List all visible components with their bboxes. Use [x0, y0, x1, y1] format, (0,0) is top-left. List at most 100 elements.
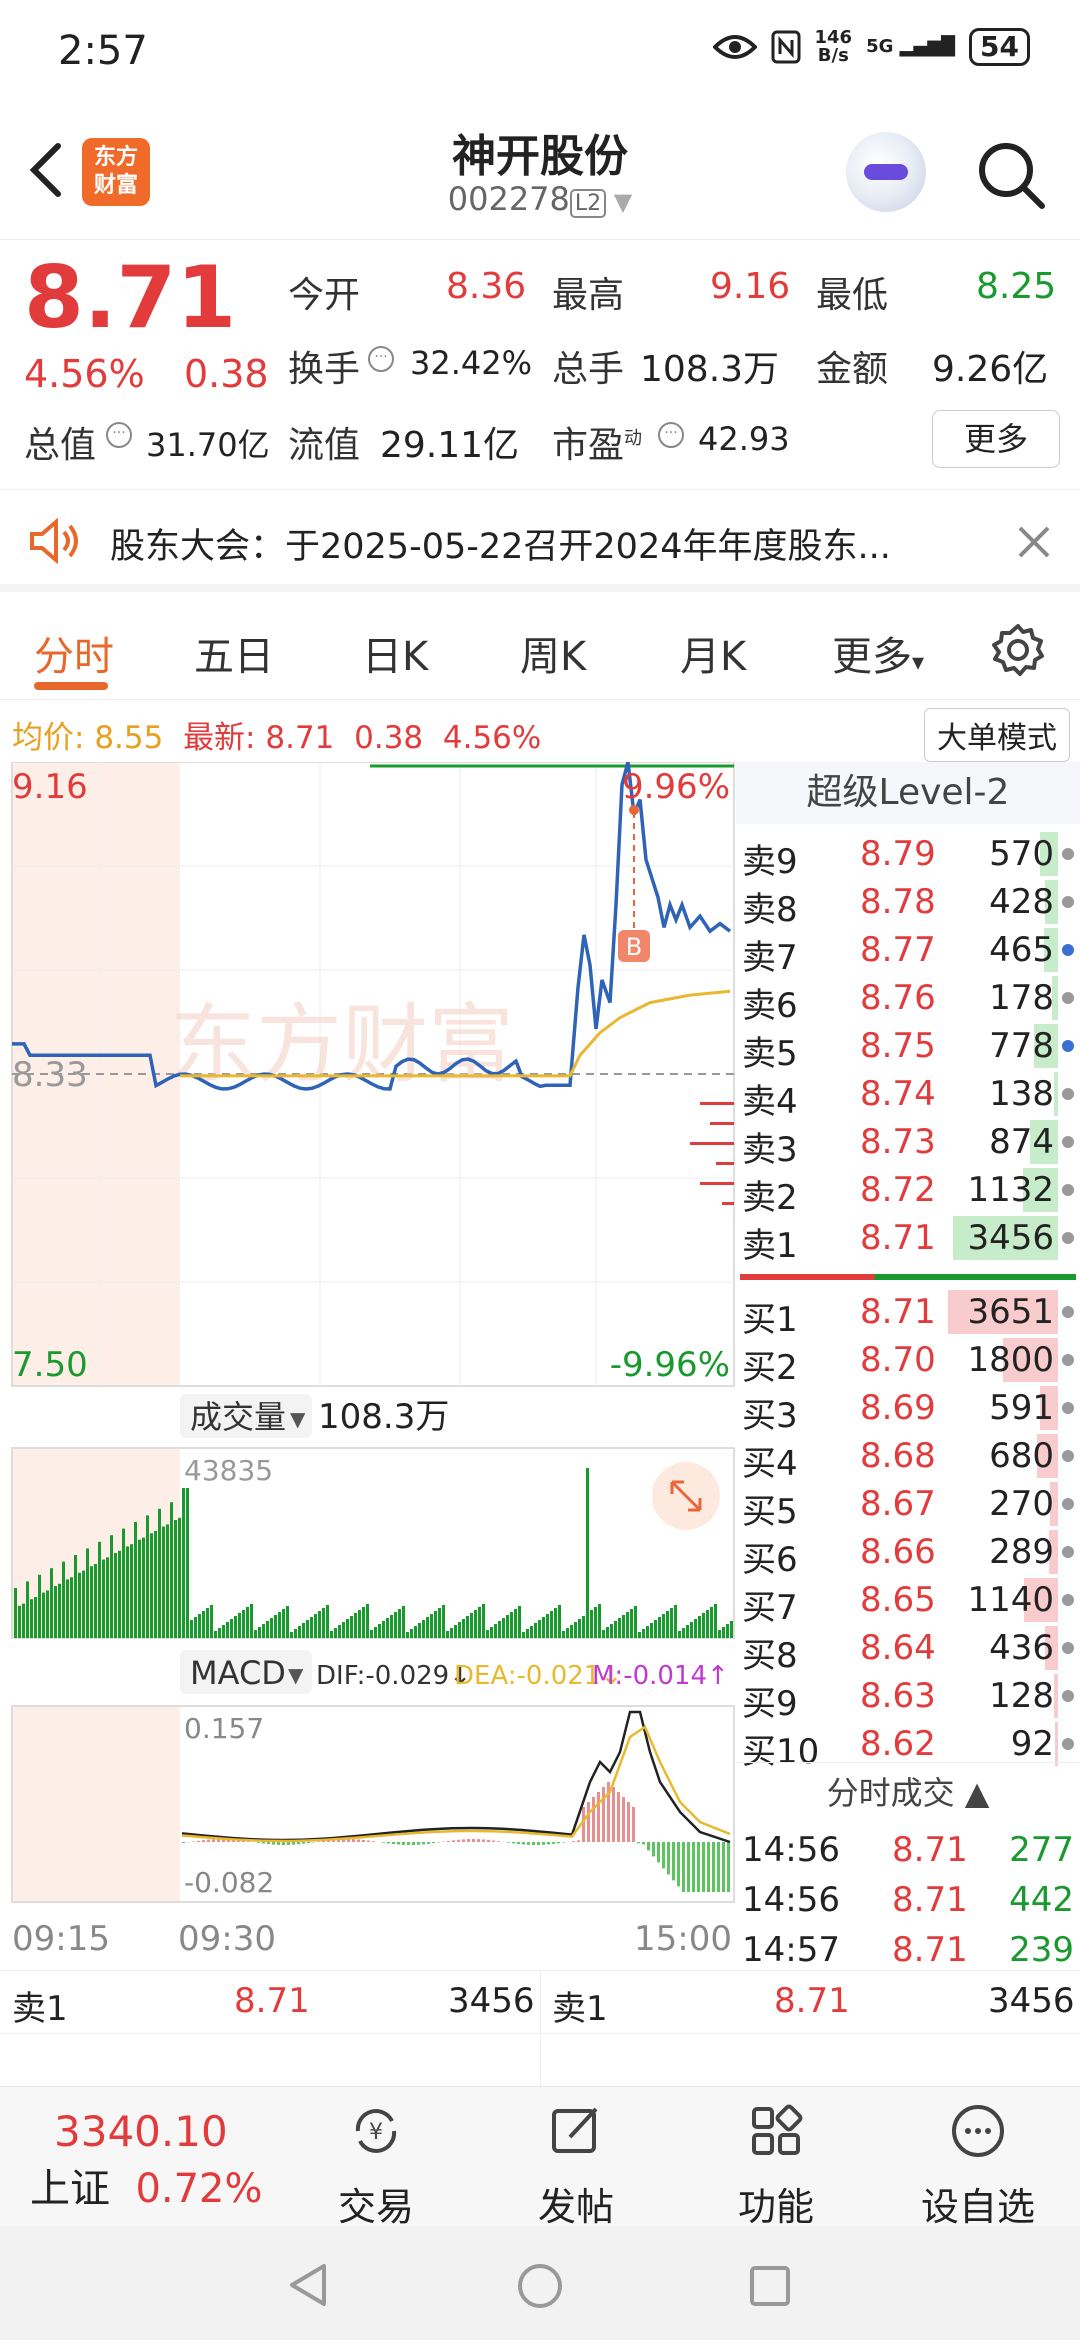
- macd-bar: [647, 1842, 650, 1851]
- order-price: 8.68: [860, 1436, 936, 1476]
- order-volume-bar: [1054, 1674, 1058, 1718]
- tab-more[interactable]: 更多▾: [832, 624, 924, 682]
- macd-bar: [562, 1842, 565, 1843]
- ask-row[interactable]: 卖3 8.73 874: [736, 1118, 1080, 1170]
- quote-panel: 8.71 4.56% 0.38 今开 8.36 最高 9.16 最低 8.25 …: [0, 240, 1080, 490]
- volume-bar: [42, 1592, 45, 1638]
- volume-bar: [354, 1613, 357, 1638]
- bid-row[interactable]: 买5 8.67 270: [736, 1480, 1080, 1532]
- bid-row[interactable]: 买7 8.65 1140: [736, 1576, 1080, 1628]
- volume-bar: [54, 1586, 57, 1638]
- order-label: 卖5: [742, 1034, 798, 1074]
- volume-bar: [90, 1566, 93, 1638]
- volume-bar: [130, 1544, 133, 1638]
- app-logo[interactable]: 东方 财富: [82, 138, 150, 206]
- pct-axis-top-label: 9.96%: [622, 767, 730, 807]
- volume-bar: [450, 1628, 453, 1638]
- volume-bar: [346, 1619, 349, 1638]
- close-icon[interactable]: [1016, 524, 1052, 560]
- ask-row[interactable]: 卖5 8.75 778: [736, 1022, 1080, 1074]
- bid-row[interactable]: 买3 8.69 591: [736, 1384, 1080, 1436]
- order-dot-icon: [1062, 1450, 1074, 1462]
- ask-row[interactable]: 卖4 8.74 138: [736, 1070, 1080, 1122]
- m-label: M:-0.014↑: [592, 1661, 729, 1691]
- avg-latest-readout: 均价: 8.55 最新: 8.71 0.38 4.56%: [12, 720, 542, 756]
- nav-trade[interactable]: ¥ 交易: [296, 2103, 456, 2231]
- volume-bar: [26, 1581, 29, 1638]
- ask-row[interactable]: 卖1 8.71 3456: [736, 1214, 1080, 1266]
- status-bar: 2:57 146 B/s 5G ▂▄▆█ 54: [0, 0, 1080, 110]
- turnover-info-icon[interactable]: ···: [368, 346, 394, 372]
- mcap-info-icon[interactable]: ···: [106, 422, 132, 448]
- recents-square-icon[interactable]: [748, 2264, 792, 2308]
- assistant-robot-icon[interactable]: [846, 132, 926, 212]
- ask-row[interactable]: 卖2 8.72 1132: [736, 1166, 1080, 1218]
- bid-row[interactable]: 买4 8.68 680: [736, 1432, 1080, 1484]
- volume-bar: [174, 1520, 177, 1638]
- trade-price: 8.71: [892, 1830, 968, 1870]
- macd-bar: [582, 1807, 585, 1842]
- macd-bottom-label: -0.082: [184, 1866, 274, 1899]
- level2-title[interactable]: 超级Level-2: [736, 762, 1080, 824]
- home-circle-icon[interactable]: [516, 2262, 564, 2310]
- macd-bar: [692, 1842, 695, 1892]
- macd-bar: [387, 1842, 390, 1844]
- bid-row[interactable]: 买10 8.62 92: [736, 1720, 1080, 1772]
- search-icon[interactable]: [976, 140, 1046, 210]
- order-price: 8.75: [860, 1026, 936, 1066]
- ask-row[interactable]: 卖8 8.78 428: [736, 878, 1080, 930]
- macd-bar: [467, 1839, 470, 1842]
- index-ticker[interactable]: 3340.10 上证 0.72%: [30, 2107, 280, 2214]
- ask-row[interactable]: 卖6 8.76 178: [736, 974, 1080, 1026]
- bq-right-vol: 3456: [988, 1981, 1075, 2021]
- tab-monthly-k[interactable]: 月K: [680, 624, 746, 682]
- order-dot-icon: [1062, 1546, 1074, 1558]
- volume-bar: [474, 1610, 477, 1638]
- tab-five-day[interactable]: 五日: [194, 624, 274, 682]
- trades-title[interactable]: 分时成交 ▲: [736, 1762, 1080, 1822]
- volume-bar: [602, 1630, 605, 1638]
- intraday-chart[interactable]: 东方财富 B 9.16 8.33 7.50 9.96% -9.96% 成交量 ▼…: [0, 762, 736, 1970]
- volume-bar: [594, 1607, 597, 1638]
- bid-row[interactable]: 买2 8.70 1800: [736, 1336, 1080, 1388]
- svg-text:¥: ¥: [369, 2120, 383, 2145]
- order-dot-icon: [1062, 1642, 1074, 1654]
- order-volume: 874: [989, 1122, 1054, 1162]
- order-dot-icon: [1062, 896, 1074, 908]
- order-dot-icon: [1062, 1690, 1074, 1702]
- volume-value: 108.3万: [640, 349, 780, 390]
- settings-gear-icon[interactable]: [990, 622, 1046, 678]
- tab-intraday[interactable]: 分时: [34, 624, 114, 682]
- back-triangle-icon[interactable]: [286, 2262, 330, 2308]
- volume-bar: [226, 1622, 229, 1638]
- volume-bar: [466, 1616, 469, 1638]
- big-order-mode-button[interactable]: 大单模式: [924, 708, 1070, 762]
- tab-daily-k[interactable]: 日K: [362, 624, 428, 682]
- more-button[interactable]: 更多: [932, 410, 1060, 468]
- ask-row[interactable]: 卖7 8.77 465: [736, 926, 1080, 978]
- pe-info-icon[interactable]: ···: [658, 422, 684, 448]
- nav-post[interactable]: 发帖: [496, 2103, 656, 2231]
- back-icon[interactable]: [22, 140, 72, 200]
- bid-row[interactable]: 买9 8.63 128: [736, 1672, 1080, 1724]
- volume-bar: [446, 1631, 449, 1638]
- volume-bar: [570, 1625, 573, 1638]
- macd-bar: [662, 1842, 665, 1869]
- tab-weekly-k[interactable]: 周K: [520, 624, 586, 682]
- order-label: 卖1: [742, 1226, 798, 1266]
- notice-bar[interactable]: 股东大会：于2025-05-22召开2024年年度股东...: [0, 492, 1080, 592]
- bid-row[interactable]: 买1 8.71 3651: [736, 1288, 1080, 1340]
- ask-row[interactable]: 卖9 8.79 570: [736, 830, 1080, 882]
- high-label: 最高: [552, 275, 625, 316]
- volume-bar: [614, 1621, 617, 1638]
- volume-bar: [430, 1614, 433, 1638]
- volume-bar: [598, 1604, 601, 1638]
- mcap-label: 总值: [24, 425, 97, 466]
- macd-bar: [402, 1842, 405, 1845]
- bid-row[interactable]: 买8 8.64 436: [736, 1624, 1080, 1676]
- bid-row[interactable]: 买6 8.66 289: [736, 1528, 1080, 1580]
- nav-add-watchlist[interactable]: 设自选: [898, 2103, 1058, 2231]
- order-volume: 289: [989, 1532, 1054, 1572]
- nav-functions[interactable]: 功能: [696, 2103, 856, 2231]
- macd-bar: [727, 1842, 730, 1892]
